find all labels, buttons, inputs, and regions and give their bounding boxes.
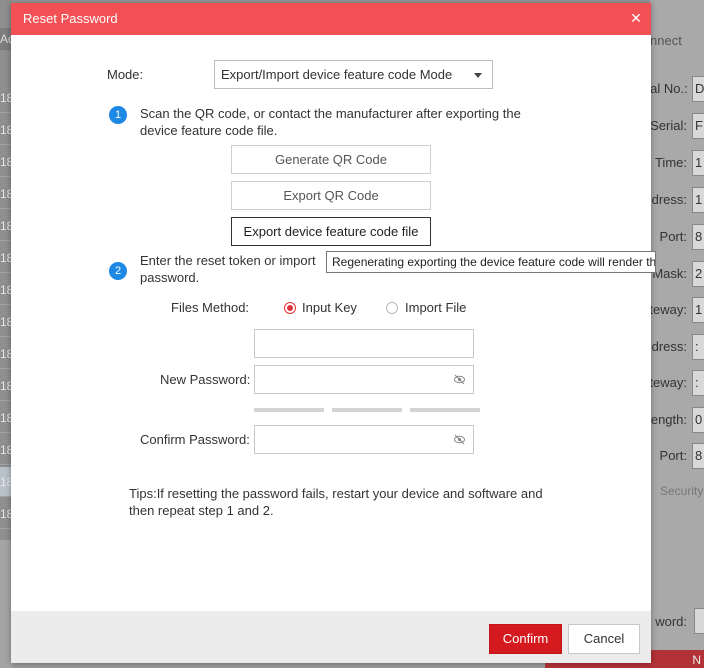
- field-value[interactable]: :: [692, 334, 704, 360]
- input-key-label[interactable]: Input Key: [302, 300, 357, 315]
- field-value[interactable]: :: [692, 370, 704, 396]
- confirm-button[interactable]: Confirm: [489, 624, 562, 654]
- files-method-label: Files Method:: [171, 300, 250, 315]
- field-value[interactable]: D: [692, 76, 704, 102]
- generate-qr-code-button[interactable]: Generate QR Code: [231, 145, 431, 174]
- step-2-text-continued: password.: [140, 270, 200, 285]
- step-2-badge: 2: [109, 262, 127, 280]
- reset-password-dialog: Reset Password ✕ Mode: Export/Import dev…: [11, 3, 656, 663]
- close-icon[interactable]: ✕: [629, 11, 643, 25]
- mode-select[interactable]: Export/Import device feature code Mode: [214, 60, 493, 89]
- cancel-button[interactable]: Cancel: [568, 624, 640, 654]
- export-feature-code-button[interactable]: Export device feature code file: [231, 217, 431, 246]
- field-value[interactable]: 8: [692, 443, 704, 469]
- chevron-down-icon: [474, 73, 482, 78]
- background-device-details: nnect Serial No.: D Serial: F Time: 1 dd…: [545, 0, 704, 668]
- confirm-password-field[interactable]: [254, 425, 474, 454]
- password-strength-bar-strong: [410, 408, 480, 412]
- mode-label: Mode:: [107, 67, 144, 82]
- export-qr-code-button[interactable]: Export QR Code: [231, 181, 431, 210]
- step-2-text: Enter the reset token or import: [140, 253, 316, 268]
- eye-icon[interactable]: [454, 434, 465, 445]
- field-value[interactable]: 1: [692, 187, 704, 213]
- eye-icon[interactable]: [454, 374, 465, 385]
- new-password-field[interactable]: [254, 365, 474, 394]
- field-value[interactable]: 1: [692, 297, 704, 323]
- field-value[interactable]: F: [692, 113, 704, 139]
- field-value[interactable]: 0: [692, 407, 704, 433]
- input-key-radio[interactable]: [284, 302, 296, 314]
- import-file-label[interactable]: Import File: [405, 300, 466, 315]
- password-strength-bar-medium: [332, 408, 402, 412]
- step-1-badge: 1: [109, 106, 127, 124]
- reset-key-input[interactable]: [254, 329, 474, 358]
- password-field[interactable]: [694, 608, 704, 634]
- export-tooltip: Regenerating exporting the device featur…: [326, 251, 656, 273]
- import-file-radio[interactable]: [386, 302, 398, 314]
- tips-text: Tips:If resetting the password fails, re…: [129, 486, 543, 518]
- field-value[interactable]: 2: [692, 261, 704, 287]
- field-value[interactable]: 8: [692, 224, 704, 250]
- dialog-title: Reset Password: [23, 11, 118, 26]
- password-strength-bar-weak: [254, 408, 324, 412]
- confirm-password-label: Confirm Password:: [140, 432, 250, 447]
- new-password-label: New Password:: [160, 372, 251, 387]
- step-1-text: Scan the QR code, or contact the manufac…: [140, 106, 521, 138]
- panel-title: nnect: [650, 33, 682, 48]
- dialog-title-bar: Reset Password ✕: [11, 3, 651, 35]
- security-section-label: Security: [660, 484, 704, 498]
- mode-select-value: Export/Import device feature code Mode: [221, 67, 453, 82]
- field-value[interactable]: 1: [692, 150, 704, 176]
